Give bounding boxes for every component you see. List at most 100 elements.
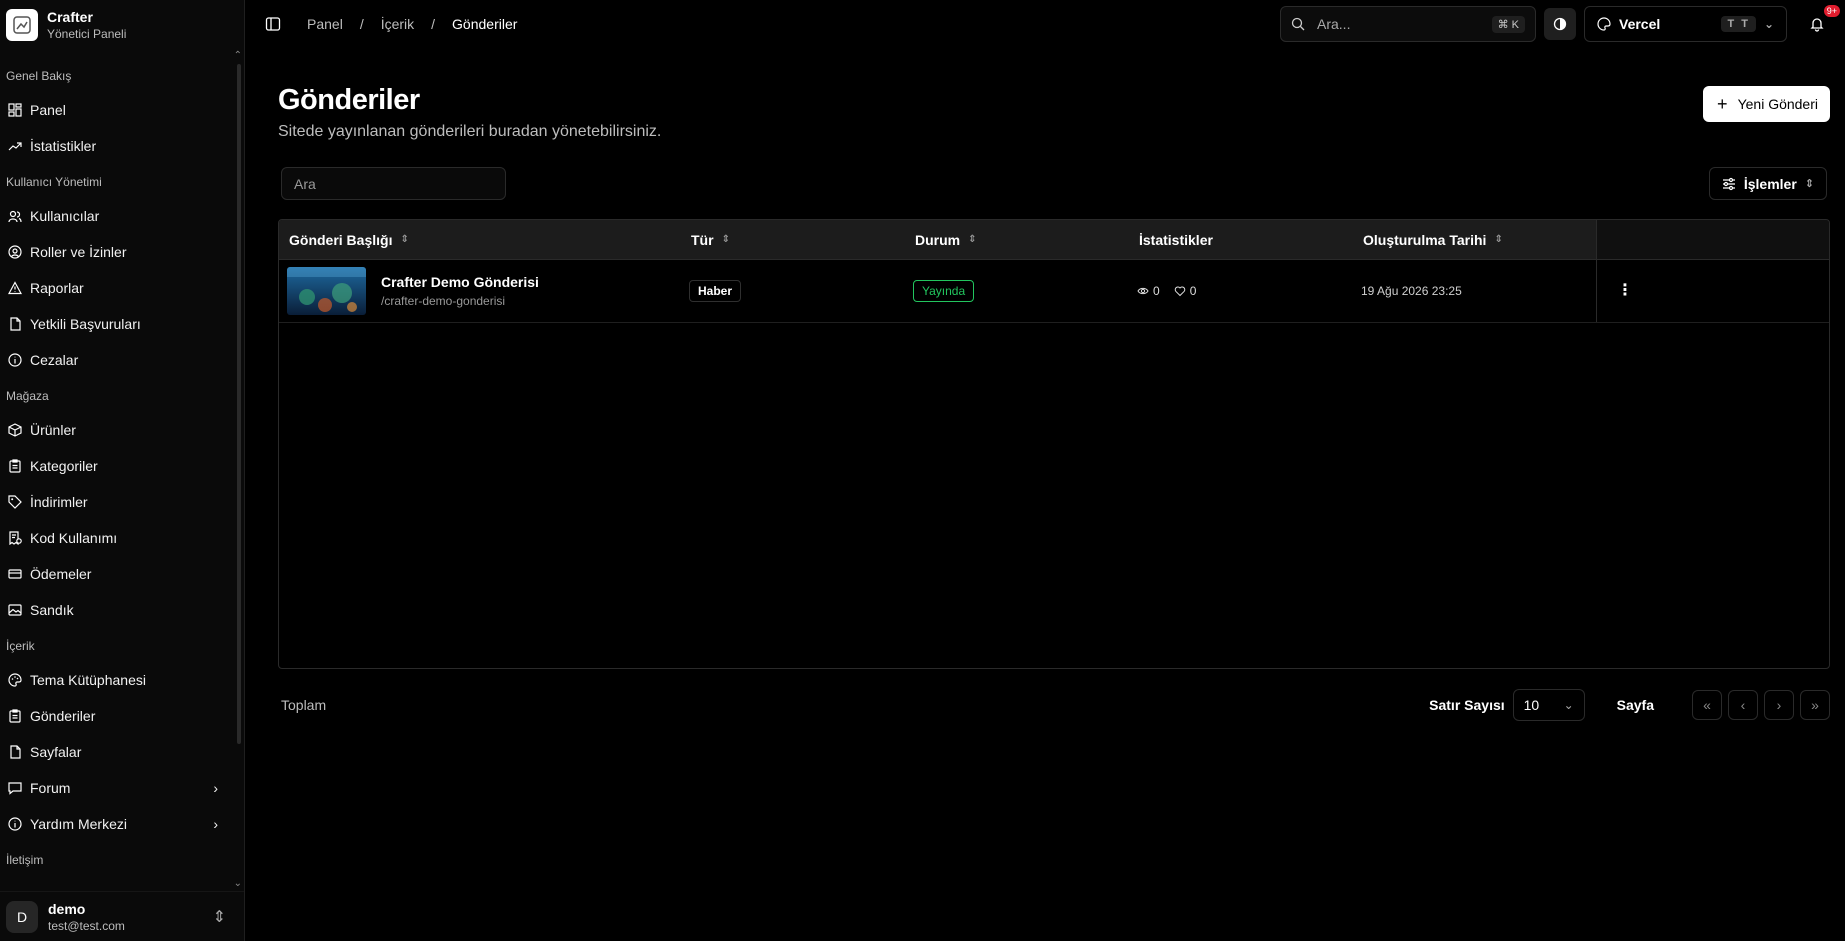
- sidebar-item-label: Yardım Merkezi: [30, 816, 127, 832]
- group-label-communication: İletişim: [6, 853, 44, 867]
- column-header-type[interactable]: Tür ⇕: [681, 220, 905, 259]
- pagination: Toplam Satır Sayısı 10 ⌄ Sayfa « ‹ › »: [278, 689, 1830, 721]
- page-label: Sayfa: [1616, 697, 1654, 713]
- credit-card-icon: [8, 569, 22, 579]
- sliders-icon: [1722, 177, 1735, 190]
- sidebar-item-label: Ürünler: [30, 422, 76, 438]
- posts-table: Gönderi Başlığı ⇕ Tür ⇕ Durum ⇕ İstatist…: [278, 219, 1830, 669]
- sidebar-item-label: Cezalar: [30, 352, 79, 368]
- chevron-right-icon: ›: [1776, 697, 1782, 713]
- sidebar-item-crate[interactable]: Sandık: [0, 592, 244, 628]
- sidebar-item-label: Roller ve İzinler: [30, 244, 127, 260]
- new-post-button[interactable]: + Yeni Gönderi: [1703, 86, 1830, 122]
- rows-per-page-select[interactable]: 10 ⌄: [1512, 689, 1585, 721]
- global-search-input[interactable]: Ara... ⌘ K: [1280, 6, 1536, 42]
- trending-up-icon: [8, 142, 22, 151]
- actions-button[interactable]: İşlemler ⇕: [1708, 167, 1827, 200]
- theme-toggle-button[interactable]: [1544, 8, 1576, 40]
- receipt-icon: [9, 531, 22, 545]
- search-icon: [1291, 17, 1305, 31]
- notifications-button[interactable]: 9+: [1809, 5, 1840, 35]
- file-icon: [10, 317, 21, 331]
- posts-page: Gönderiler Sitede yayınlanan gönderileri…: [245, 84, 1845, 721]
- avatar: D: [6, 900, 38, 933]
- notification-badge: 9+: [1823, 5, 1840, 17]
- sort-icon: ⇕: [400, 234, 409, 245]
- group-label-content: İçerik: [6, 639, 35, 653]
- sidebar-item-help-center[interactable]: Yardım Merkezi ›: [0, 806, 244, 842]
- sidebar-toggle-icon[interactable]: [265, 16, 281, 32]
- last-page-button[interactable]: »: [1800, 690, 1830, 720]
- sidebar-item-label: Forum: [30, 780, 71, 796]
- search-shortcut: ⌘ K: [1491, 15, 1525, 33]
- sidebar-item-categories[interactable]: Kategoriler: [0, 448, 244, 484]
- message-icon: [8, 782, 22, 795]
- table-search-input[interactable]: Ara: [281, 167, 506, 200]
- more-vertical-icon[interactable]: ⋮: [1617, 283, 1633, 299]
- column-header-created[interactable]: Oluşturulma Tarihi ⇕: [1353, 220, 1596, 259]
- user-menu[interactable]: D demo test@test.com ⇕: [0, 891, 244, 941]
- chevrons-left-icon: «: [1703, 697, 1711, 713]
- sidebar-item-posts[interactable]: Gönderiler: [0, 698, 244, 734]
- warning-icon: [8, 281, 22, 295]
- sidebar-item-penalties[interactable]: Cezalar: [0, 342, 244, 378]
- column-label: Oluşturulma Tarihi: [1363, 231, 1487, 248]
- image-icon: [8, 604, 22, 616]
- first-page-button[interactable]: «: [1692, 690, 1722, 720]
- breadcrumb-separator: /: [359, 16, 364, 32]
- group-label-store: Mağaza: [6, 389, 49, 403]
- sidebar-item-roles[interactable]: Roller ve İzinler: [0, 234, 244, 270]
- theme-select[interactable]: Vercel T T ⌄: [1584, 6, 1787, 42]
- sidebar-item-label: Sandık: [30, 602, 74, 618]
- sidebar-item-products[interactable]: Ürünler: [0, 412, 244, 448]
- sort-icon: ⇕: [968, 234, 977, 245]
- topbar: Panel / İçerik / Gönderiler Ara... ⌘ K V…: [245, 0, 1845, 48]
- chevron-down-icon[interactable]: ⌄: [234, 878, 242, 889]
- rows-per-page-label: Satır Sayısı: [1429, 697, 1505, 713]
- table-row[interactable]: Crafter Demo Gönderisi /crafter-demo-gon…: [279, 260, 1829, 323]
- sidebar-scrollbar[interactable]: [237, 64, 241, 744]
- dashboard-icon: [8, 103, 22, 117]
- chevrons-right-icon: »: [1811, 697, 1819, 713]
- post-title[interactable]: Crafter Demo Gönderisi: [381, 274, 539, 290]
- info-icon: [8, 817, 22, 831]
- column-header-actions: [1596, 220, 1829, 259]
- breadcrumb-panel[interactable]: Panel: [307, 16, 343, 32]
- next-page-button[interactable]: ›: [1764, 690, 1794, 720]
- column-label: Tür: [691, 231, 714, 248]
- sidebar-item-statistics[interactable]: İstatistikler: [0, 128, 244, 164]
- sidebar-item-code-usage[interactable]: Kod Kullanımı: [0, 520, 244, 556]
- main-content: Panel / İçerik / Gönderiler Ara... ⌘ K V…: [245, 0, 1845, 941]
- breadcrumb-content[interactable]: İçerik: [381, 16, 414, 32]
- table-search-placeholder: Ara: [294, 175, 316, 192]
- column-label: Durum: [915, 231, 961, 248]
- chevron-right-icon: ›: [213, 816, 218, 832]
- sidebar-item-theme-library[interactable]: Tema Kütüphanesi: [0, 662, 244, 698]
- sidebar: Crafter Yönetici Paneli ⌃ Genel Bakış Pa…: [0, 0, 245, 941]
- sidebar-item-label: Sayfalar: [30, 744, 82, 760]
- page-title: Gönderiler: [278, 84, 420, 116]
- chevron-up-icon[interactable]: ⌃: [234, 50, 242, 61]
- sidebar-item-pages[interactable]: Sayfalar: [0, 734, 244, 770]
- sidebar-item-forum[interactable]: Forum ›: [0, 770, 244, 806]
- sidebar-item-label: Yetkili Başvuruları: [30, 316, 141, 332]
- sidebar-item-label: İndirimler: [30, 494, 88, 510]
- sidebar-item-panel[interactable]: Panel: [0, 92, 244, 128]
- sidebar-item-users[interactable]: Kullanıcılar: [0, 198, 244, 234]
- breadcrumb-current: Gönderiler: [452, 16, 518, 32]
- file-icon: [10, 745, 21, 759]
- column-header-title[interactable]: Gönderi Başlığı ⇕: [279, 220, 681, 259]
- chevron-left-icon: ‹: [1740, 697, 1746, 713]
- sidebar-item-payments[interactable]: Ödemeler: [0, 556, 244, 592]
- palette-icon: [1597, 17, 1611, 31]
- contrast-icon: [1553, 17, 1567, 31]
- previous-page-button[interactable]: ‹: [1728, 690, 1758, 720]
- sidebar-item-reports[interactable]: Raporlar: [0, 270, 244, 306]
- status-badge: Yayında: [913, 280, 975, 302]
- column-header-status[interactable]: Durum ⇕: [905, 220, 1129, 259]
- sidebar-item-applications[interactable]: Yetkili Başvuruları: [0, 306, 244, 342]
- sidebar-item-discounts[interactable]: İndirimler: [0, 484, 244, 520]
- heart-icon: [1174, 286, 1185, 297]
- brand[interactable]: Crafter Yönetici Paneli: [0, 0, 244, 50]
- sort-icon: ⇕: [721, 234, 730, 245]
